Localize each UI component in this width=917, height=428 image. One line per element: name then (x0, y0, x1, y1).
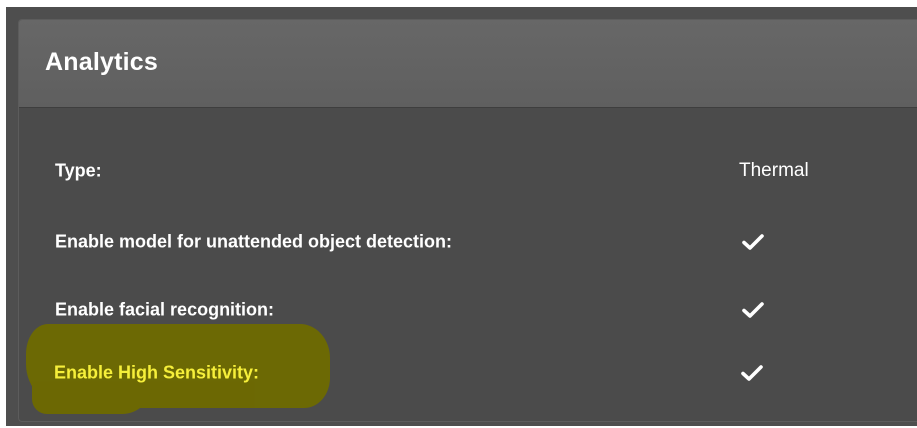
panel-title: Analytics (45, 48, 158, 76)
facial-recognition-label: Enable facial recognition: (55, 299, 275, 320)
checkmark-icon (741, 365, 763, 381)
settings-row-high-sensitivity: Enable High Sensitivity: (18, 343, 917, 403)
unattended-object-detection-label: Enable model for unattended object detec… (55, 231, 453, 252)
settings-row-unattended-object-detection: Enable model for unattended object detec… (19, 212, 917, 272)
high-sensitivity-label: Enable High Sensitivity: (54, 362, 260, 383)
panel-header: Analytics (19, 20, 917, 108)
checkmark-icon (742, 234, 764, 250)
type-label: Type: (55, 160, 102, 181)
settings-row-type: Type: Thermal (19, 141, 917, 201)
type-value: Thermal (739, 160, 809, 181)
checkmark-icon (742, 302, 764, 318)
